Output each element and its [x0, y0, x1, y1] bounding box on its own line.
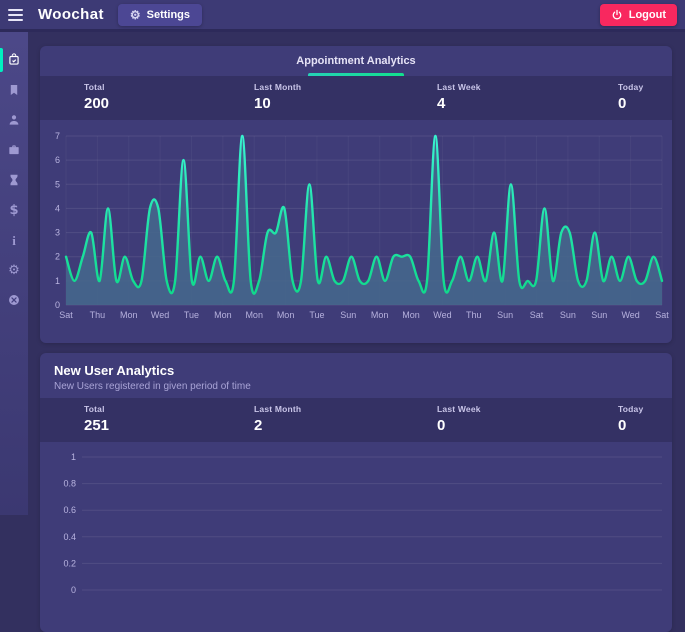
- stat-label: Last Month: [254, 82, 301, 92]
- stat-label: Last Month: [254, 404, 301, 414]
- stat-label: Total: [84, 404, 109, 414]
- stat-label: Today: [618, 404, 643, 414]
- svg-text:0: 0: [55, 300, 60, 310]
- new-user-line-chart[interactable]: 1 0.8 0.6 0.4 0.2 0: [40, 442, 672, 627]
- stat-label: Today: [618, 82, 643, 92]
- section-title: New User Analytics: [54, 363, 658, 378]
- stat-last-week: Last Week 0: [437, 404, 481, 434]
- main-content: Appointment Analytics Total 200 Last Mon…: [28, 35, 685, 515]
- stat-total: Total 251: [84, 404, 109, 434]
- svg-text:Sat: Sat: [655, 310, 669, 320]
- sidebar-item-history[interactable]: [0, 165, 28, 195]
- svg-text:Mon: Mon: [120, 310, 138, 320]
- appointment-stats-band: Total 200 Last Month 10 Last Week 4 Toda…: [40, 76, 672, 120]
- stat-value: 200: [84, 95, 109, 112]
- svg-text:Mon: Mon: [245, 310, 263, 320]
- gear-icon: ⚙: [130, 9, 141, 21]
- logout-button[interactable]: Logout: [600, 4, 677, 26]
- new-user-analytics-card: New User Analytics New Users registered …: [40, 353, 672, 632]
- sidebar-item-bookmarks[interactable]: [0, 75, 28, 105]
- svg-text:Sat: Sat: [530, 310, 544, 320]
- stat-value: 4: [437, 95, 481, 112]
- sidebar-item-settings[interactable]: ⚙: [0, 255, 28, 285]
- svg-text:Sun: Sun: [591, 310, 607, 320]
- stat-value: 10: [254, 95, 301, 112]
- hamburger-menu-icon[interactable]: [0, 0, 30, 29]
- sidebar-item-info[interactable]: i: [0, 225, 28, 255]
- stat-last-week: Last Week 4: [437, 82, 481, 112]
- stat-total: Total 200: [84, 82, 109, 112]
- svg-text:Wed: Wed: [433, 310, 451, 320]
- stat-today: Today 0: [618, 404, 643, 434]
- svg-text:Sun: Sun: [560, 310, 576, 320]
- briefcase-icon: [7, 143, 21, 157]
- svg-text:1: 1: [55, 276, 60, 286]
- stat-today: Today 0: [618, 82, 643, 112]
- svg-text:Sun: Sun: [497, 310, 513, 320]
- appointment-line-chart[interactable]: 0 1 2 3 4 5 6 7 Sat Thu Mon Wed Tue Mon Mon Mon Tue Sun Mo…: [40, 120, 672, 338]
- sidebar-item-support[interactable]: [0, 285, 28, 315]
- svg-text:7: 7: [55, 131, 60, 141]
- settings-button[interactable]: ⚙ Settings: [118, 4, 202, 26]
- appointments-icon: [7, 53, 21, 67]
- svg-text:Wed: Wed: [621, 310, 639, 320]
- power-icon: [611, 9, 623, 21]
- settings-button-label: Settings: [147, 9, 190, 21]
- svg-text:Mon: Mon: [402, 310, 420, 320]
- svg-text:Thu: Thu: [90, 310, 106, 320]
- svg-text:6: 6: [55, 155, 60, 165]
- svg-text:2: 2: [55, 252, 60, 262]
- new-user-stats-band: Total 251 Last Month 2 Last Week 0 Today…: [40, 398, 672, 442]
- sidebar-item-appointments[interactable]: [0, 45, 28, 75]
- svg-text:Tue: Tue: [309, 310, 324, 320]
- svg-text:0: 0: [71, 585, 76, 595]
- stat-value: 251: [84, 417, 109, 434]
- analytics-tab-bar: Appointment Analytics: [40, 46, 672, 76]
- hourglass-icon: [7, 173, 21, 187]
- appointment-analytics-card: Appointment Analytics Total 200 Last Mon…: [40, 46, 672, 343]
- stat-label: Last Week: [437, 82, 481, 92]
- svg-text:4: 4: [55, 203, 60, 213]
- stat-last-month: Last Month 2: [254, 404, 301, 434]
- svg-text:5: 5: [55, 179, 60, 189]
- brand-title: Woochat: [38, 6, 104, 23]
- info-icon: i: [12, 234, 16, 247]
- svg-text:Sun: Sun: [340, 310, 356, 320]
- stat-value: 0: [618, 417, 643, 434]
- svg-text:0.2: 0.2: [63, 558, 76, 568]
- stat-value: 2: [254, 417, 301, 434]
- sidebar-item-business[interactable]: [0, 135, 28, 165]
- svg-text:1: 1: [71, 452, 76, 462]
- sidebar-item-users[interactable]: [0, 105, 28, 135]
- svg-text:Mon: Mon: [214, 310, 232, 320]
- bookmark-icon: [7, 83, 21, 97]
- svg-text:0.8: 0.8: [63, 479, 76, 489]
- stat-value: 0: [437, 417, 481, 434]
- app-header: Woochat ⚙ Settings Logout: [0, 0, 685, 32]
- appointment-chart-area: 0 1 2 3 4 5 6 7 Sat Thu Mon Wed Tue Mon Mon Mon Tue Sun Mo…: [40, 120, 672, 343]
- section-subtitle: New Users registered in given period of …: [54, 381, 658, 392]
- gear-icon: ⚙: [8, 264, 20, 277]
- stat-last-month: Last Month 10: [254, 82, 301, 112]
- svg-text:Wed: Wed: [151, 310, 169, 320]
- dollar-icon: $: [9, 204, 18, 217]
- svg-text:Tue: Tue: [184, 310, 199, 320]
- svg-text:Mon: Mon: [371, 310, 389, 320]
- sidebar-item-payments[interactable]: $: [0, 195, 28, 225]
- stat-label: Total: [84, 82, 109, 92]
- sidebar-nav: $ i ⚙: [0, 32, 28, 515]
- new-user-chart-area: 1 0.8 0.6 0.4 0.2 0: [40, 442, 672, 632]
- svg-text:0.4: 0.4: [63, 532, 76, 542]
- svg-text:Mon: Mon: [277, 310, 295, 320]
- user-icon: [7, 113, 21, 127]
- new-user-title-block: New User Analytics New Users registered …: [40, 353, 672, 398]
- stat-value: 0: [618, 95, 643, 112]
- life-ring-icon: [7, 293, 21, 307]
- svg-text:3: 3: [55, 228, 60, 238]
- svg-text:Sat: Sat: [59, 310, 73, 320]
- stat-label: Last Week: [437, 404, 481, 414]
- svg-text:0.6: 0.6: [63, 505, 76, 515]
- svg-text:Thu: Thu: [466, 310, 482, 320]
- logout-button-label: Logout: [629, 9, 666, 21]
